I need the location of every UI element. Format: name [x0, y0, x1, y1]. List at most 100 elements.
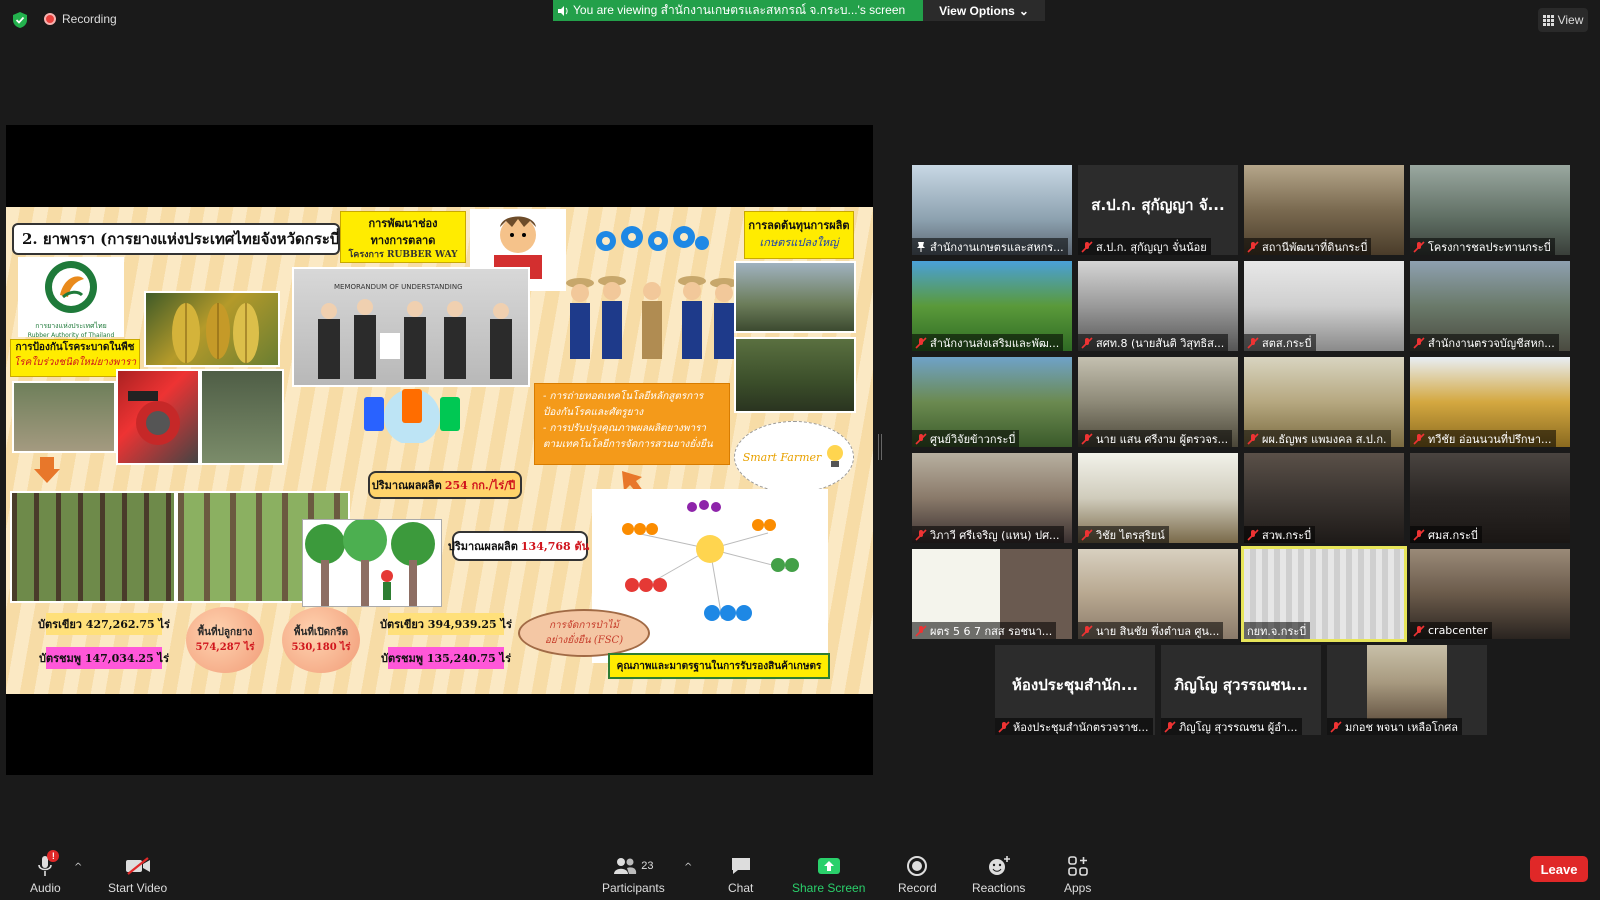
- participant-tile[interactable]: ภิญโญ สุวรรณชน... ภิญโญ สุวรรณชน ผู้อำ..…: [1161, 645, 1321, 735]
- participant-label: สถานีพัฒนาที่ดินกระบี่: [1244, 238, 1372, 255]
- participant-tile[interactable]: ผตร 5 6 7 กสส รอชนา...: [912, 549, 1072, 639]
- participant-label: กยท.จ.กระบี่: [1244, 622, 1311, 639]
- participant-name: นาย สินชัย พึ่งตำบล ศูน...: [1096, 624, 1220, 638]
- drone-photo: [12, 381, 116, 453]
- participant-tile[interactable]: สถานีพัฒนาที่ดินกระบี่: [1244, 165, 1404, 255]
- participant-name: วิภาวี ศรีเจริญ (แหน) ปศ...: [930, 528, 1060, 542]
- chat-label: Chat: [728, 881, 754, 895]
- participant-tile[interactable]: ทวีชัย อ่อนนวนที่ปรึกษา...: [1410, 357, 1570, 447]
- participant-name: สำนักงานเกษตรและสหกร...: [930, 240, 1064, 254]
- participant-name: ภิญโญ สุวรรณชน ผู้อำ...: [1179, 720, 1298, 734]
- gears-icon: [596, 226, 709, 251]
- participant-tile[interactable]: สตส.กระบี่: [1244, 261, 1404, 351]
- marketing-box-title: การพัฒนาช่องทางการตลาด: [368, 217, 438, 247]
- tech-line3: - การปรับปรุงคุณภาพผลผลิตยางพารา: [543, 423, 707, 434]
- audio-button[interactable]: ! Audio: [30, 850, 61, 895]
- cost-reduction-box: การลดต้นทุนการผลิต เกษตรแปลงใหญ่: [744, 211, 854, 259]
- muted-mic-icon: [1164, 720, 1176, 733]
- participant-tile[interactable]: มกอช พจนา เหลือโกศล: [1327, 645, 1487, 735]
- audio-options-caret[interactable]: ^: [74, 862, 82, 873]
- leave-button[interactable]: Leave: [1530, 856, 1588, 882]
- participants-button[interactable]: 23 Participants: [602, 854, 665, 895]
- view-options-button[interactable]: View Options ⌄: [923, 0, 1045, 21]
- recording-label: Recording: [62, 12, 117, 26]
- muted-mic-icon: [1413, 624, 1425, 637]
- reactions-label: Reactions: [972, 881, 1026, 895]
- total-value: 134,768 ตัน: [520, 540, 590, 553]
- participant-tile[interactable]: สำนักงานเกษตรและสหกร...: [912, 165, 1072, 255]
- down-arrow-icon: [34, 457, 60, 483]
- muted-mic-icon: [915, 624, 927, 637]
- muted-mic-icon: [1413, 432, 1425, 445]
- mou-signing-photo: MEMORANDUM OF UNDERSTANDING: [292, 267, 530, 387]
- plant-area-value: 574,287 ไร่: [195, 642, 255, 653]
- muted-mic-icon: [1247, 528, 1259, 541]
- participant-tile[interactable]: ผผ.ธัญพร แพมงคล ส.ป.ก.: [1244, 357, 1404, 447]
- view-label: View: [1557, 13, 1584, 27]
- start-video-label: Start Video: [108, 881, 168, 895]
- participant-label: นาย สินชัย พึ่งตำบล ศูน...: [1078, 622, 1224, 639]
- yield-per-rai-callout: ปริมาณผลผลิต 254 กก./ไร่/ปี: [368, 471, 522, 499]
- participant-tile[interactable]: นาย แสน ศรีงาม ผู้ตรวจร...: [1078, 357, 1238, 447]
- participant-tile[interactable]: วิภาวี ศรีเจริญ (แหน) ปศ...: [912, 453, 1072, 543]
- share-screen-label: Share Screen: [792, 881, 866, 895]
- shared-screen[interactable]: 2. ยาพารา (การยางแห่งประเทศไทยจังหวัดกระ…: [6, 125, 873, 775]
- panel-splitter-handle[interactable]: [878, 434, 882, 460]
- leaf-illustration: [172, 303, 259, 363]
- participants-options-caret[interactable]: ^: [684, 862, 692, 873]
- apps-button[interactable]: Apps: [1064, 854, 1091, 895]
- participant-label: วิภาวี ศรีเจริญ (แหน) ปศ...: [912, 526, 1064, 543]
- chat-button[interactable]: Chat: [728, 854, 753, 895]
- participants-label: Participants: [602, 881, 665, 895]
- start-video-button[interactable]: Start Video: [108, 854, 167, 895]
- participant-name: ส.ป.ก. สุกัญญา จั่นน้อย: [1096, 240, 1207, 254]
- video-off-icon: [125, 857, 150, 875]
- participant-tile[interactable]: โครงการชลประทานกระบี่: [1410, 165, 1570, 255]
- participant-tile[interactable]: ห้องประชุมสำนัก... ห้องประชุมสำนักตรวจรา…: [995, 645, 1155, 735]
- sprayer-photo: [116, 369, 200, 465]
- participant-tile[interactable]: ส.ป.ก. สุกัญญา จั... ส.ป.ก. สุกัญญา จั่น…: [1078, 165, 1238, 255]
- participant-label: สำนักงานเกษตรและสหกร...: [912, 238, 1068, 255]
- participant-name: วิชัย ไตรสุริยน์: [1096, 528, 1165, 542]
- participant-tile[interactable]: นาย สินชัย พึ่งตำบล ศูน...: [1078, 549, 1238, 639]
- participant-label: ศมส.กระบี่: [1410, 526, 1482, 543]
- participant-tile[interactable]: สำนักงานตรวจบัญชีสหก...: [1410, 261, 1570, 351]
- muted-mic-icon: [1081, 240, 1093, 253]
- participant-name: ศูนย์วิจัยข้าวกระบี่: [930, 432, 1016, 446]
- participant-video: [1367, 645, 1447, 719]
- plant-area-circle: พื้นที่ปลูกยาง 574,287 ไร่: [186, 607, 264, 673]
- banner-text: You are viewing สำนักงานเกษตรและสหกรณ์ จ…: [573, 3, 906, 17]
- participant-tile[interactable]: วิชัย ไตรสุริยน์: [1078, 453, 1238, 543]
- muted-mic-icon: [998, 720, 1010, 733]
- participant-tile[interactable]: สศท.8 (นายสันติ วิสุทธิส...: [1078, 261, 1238, 351]
- participant-tile[interactable]: สวพ.กระบี่: [1244, 453, 1404, 543]
- view-button[interactable]: View: [1538, 8, 1588, 32]
- participant-tile[interactable]: ศูนย์วิจัยข้าวกระบี่: [912, 357, 1072, 447]
- smart-farmer-label: Smart Farmer: [742, 450, 822, 464]
- fsc-line2: อย่างยั่งยืน (FSC): [544, 635, 624, 646]
- security-shield-icon[interactable]: [12, 11, 28, 29]
- phones-illustration: [344, 383, 480, 445]
- recording-indicator[interactable]: Recording: [44, 12, 117, 26]
- participant-label: ผตร 5 6 7 กสส รอชนา...: [912, 622, 1057, 639]
- participant-tile-active-speaker[interactable]: กยท.จ.กระบี่: [1241, 546, 1407, 642]
- participant-name: crabcenter: [1428, 624, 1488, 637]
- group-photo-2: [734, 337, 856, 413]
- mou-text: MEMORANDUM OF UNDERSTANDING: [334, 283, 463, 291]
- apps-label: Apps: [1064, 881, 1092, 895]
- participant-tile[interactable]: สำนักงานส่งเสริมและพัฒ...: [912, 261, 1072, 351]
- participant-name: ห้องประชุมสำนักตรวจราช...: [1013, 720, 1149, 734]
- yield-label: ปริมาณผลผลิต: [371, 479, 442, 492]
- participant-tile[interactable]: ศมส.กระบี่: [1410, 453, 1570, 543]
- worker-photo: [200, 369, 284, 465]
- reactions-button[interactable]: Reactions: [972, 854, 1025, 895]
- audio-label: Audio: [30, 881, 61, 895]
- participant-tile[interactable]: crabcenter: [1410, 549, 1570, 639]
- tapping-illustration: [302, 518, 442, 607]
- share-screen-button[interactable]: Share Screen: [792, 854, 865, 895]
- participant-name: ผตร 5 6 7 กสส รอชนา...: [930, 624, 1053, 638]
- cost-box-line1: การลดต้นทุนการผลิต: [748, 219, 850, 232]
- record-button[interactable]: Record: [898, 854, 937, 895]
- participant-name: ศมส.กระบี่: [1428, 528, 1478, 542]
- screen-share-banner: You are viewing สำนักงานเกษตรและสหกรณ์ จ…: [553, 0, 923, 21]
